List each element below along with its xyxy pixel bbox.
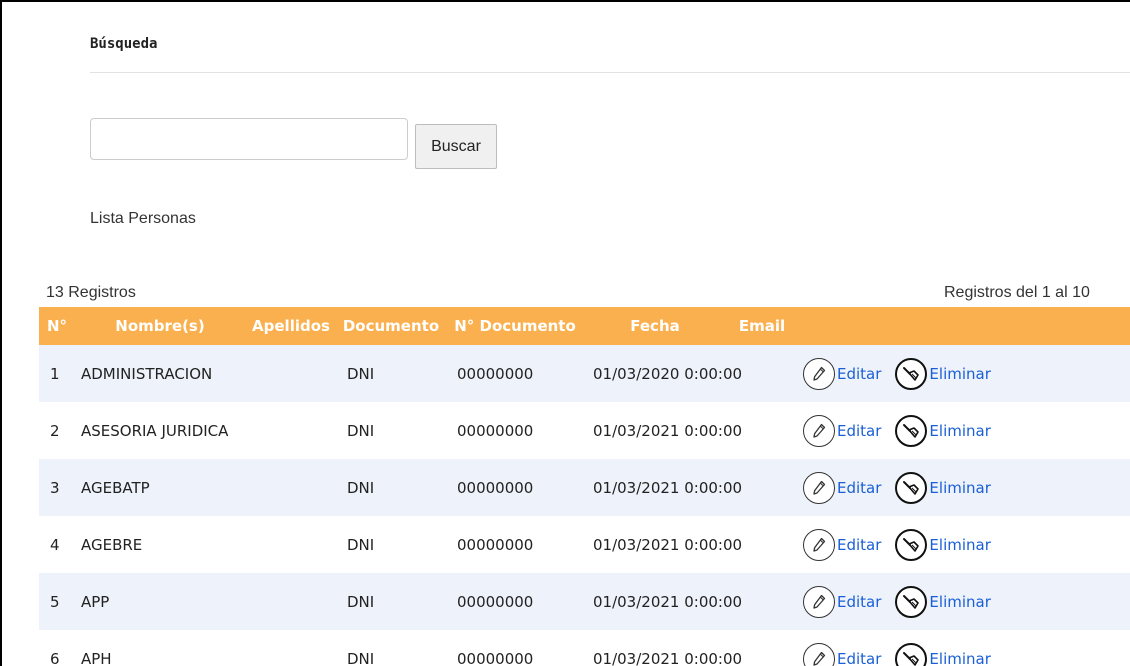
delete-link[interactable]: Eliminar [929, 593, 990, 611]
table-row: 1 ADMINISTRACION DNI 00000000 01/03/2020 0:0… [39, 345, 1130, 402]
edit-link[interactable]: Editar [837, 422, 881, 440]
cell-actions: Editar Eliminar [799, 459, 1130, 516]
table-row: 3 AGEBATP DNI 00000000 01/03/2021 0:00:00 Edi… [39, 459, 1130, 516]
cell-fecha: 01/03/2021 0:00:00 [585, 459, 742, 516]
cell-nro-documento: 00000000 [445, 516, 585, 573]
pencil-icon[interactable] [803, 528, 835, 561]
cell-nro-documento: 00000000 [445, 573, 585, 630]
column-header: N° [39, 307, 75, 345]
cell-apellidos [245, 516, 337, 573]
pencil-icon[interactable] [803, 357, 835, 390]
table-header-row: N° Nombre(s) Apellidos Documento N° Docu… [39, 307, 1130, 345]
cell-number: 4 [39, 516, 75, 573]
cell-number: 5 [39, 573, 75, 630]
records-range: Registros del 1 al 10 [944, 284, 1090, 301]
edit-link[interactable]: Editar [837, 536, 881, 554]
people-table: N° Nombre(s) Apellidos Documento N° Docu… [39, 307, 1130, 666]
cell-fecha: 01/03/2021 0:00:00 [585, 630, 742, 666]
row-actions: Editar Eliminar [803, 585, 1130, 618]
cell-actions: Editar Eliminar [799, 402, 1130, 459]
delete-link[interactable]: Eliminar [929, 479, 990, 497]
cell-documento: DNI [337, 459, 445, 516]
table-row: 5 APP DNI 00000000 01/03/2021 0:00:00 Editar E… [39, 573, 1130, 630]
cell-apellidos [245, 630, 337, 666]
broom-icon[interactable] [895, 471, 928, 504]
cell-nro-documento: 00000000 [445, 630, 585, 666]
row-actions: Editar Eliminar [803, 642, 1130, 666]
cell-actions: Editar Eliminar [799, 630, 1130, 666]
pencil-icon[interactable] [803, 585, 835, 618]
cell-apellidos [245, 459, 337, 516]
cell-number: 2 [39, 402, 75, 459]
broom-icon[interactable] [895, 414, 928, 447]
cell-number: 6 [39, 630, 75, 666]
column-header [799, 307, 1130, 345]
broom-icon[interactable] [895, 642, 928, 666]
table-row: 4 AGEBRE DNI 00000000 01/03/2021 0:00:00 Edit… [39, 516, 1130, 573]
row-actions: Editar Eliminar [803, 414, 1130, 447]
page-frame: Búsqueda Buscar Lista Personas 13 Regist… [0, 0, 1130, 666]
cell-fecha: 01/03/2021 0:00:00 [585, 573, 742, 630]
cell-apellidos [245, 345, 337, 402]
cell-documento: DNI [337, 573, 445, 630]
cell-number: 3 [39, 459, 75, 516]
column-header: N° Documento [445, 307, 585, 345]
cell-actions: Editar Eliminar [799, 345, 1130, 402]
cell-documento: DNI [337, 345, 445, 402]
cell-actions: Editar Eliminar [799, 573, 1130, 630]
cell-nombre: ADMINISTRACION [75, 345, 245, 402]
row-actions: Editar Eliminar [803, 528, 1130, 561]
pencil-icon[interactable] [803, 414, 835, 447]
cell-nro-documento: 00000000 [445, 345, 585, 402]
delete-link[interactable]: Eliminar [929, 422, 990, 440]
cell-documento: DNI [337, 630, 445, 666]
list-title: Lista Personas [90, 210, 196, 227]
edit-link[interactable]: Editar [837, 650, 881, 666]
broom-icon[interactable] [895, 528, 928, 561]
row-actions: Editar Eliminar [803, 471, 1130, 504]
cell-nombre: AGEBATP [75, 459, 245, 516]
cell-nro-documento: 00000000 [445, 459, 585, 516]
cell-fecha: 01/03/2021 0:00:00 [585, 516, 742, 573]
search-button[interactable]: Buscar [415, 124, 497, 169]
edit-link[interactable]: Editar [837, 479, 881, 497]
pencil-icon[interactable] [803, 642, 835, 666]
column-header: Nombre(s) [75, 307, 245, 345]
cell-nombre: APP [75, 573, 245, 630]
cell-fecha: 01/03/2020 0:00:00 [585, 345, 742, 402]
broom-icon[interactable] [895, 585, 928, 618]
column-header: Apellidos [245, 307, 337, 345]
cell-fecha: 01/03/2021 0:00:00 [585, 402, 742, 459]
delete-link[interactable]: Eliminar [929, 536, 990, 554]
table-row: 2 ASESORIA JURIDICA DNI 00000000 01/03/2021 … [39, 402, 1130, 459]
pencil-icon[interactable] [803, 471, 835, 504]
cell-apellidos [245, 573, 337, 630]
edit-link[interactable]: Editar [837, 593, 881, 611]
cell-number: 1 [39, 345, 75, 402]
row-actions: Editar Eliminar [803, 357, 1130, 390]
table-row: 6 APH DNI 00000000 01/03/2021 0:00:00 Editar E… [39, 630, 1130, 666]
delete-link[interactable]: Eliminar [929, 365, 990, 383]
cell-nro-documento: 00000000 [445, 402, 585, 459]
broom-icon[interactable] [895, 357, 928, 390]
records-count: 13 Registros [46, 284, 136, 301]
cell-nombre: ASESORIA JURIDICA [75, 402, 245, 459]
delete-link[interactable]: Eliminar [929, 650, 990, 666]
divider [90, 72, 1130, 73]
cell-nombre: APH [75, 630, 245, 666]
search-section-title: Búsqueda [90, 36, 158, 52]
cell-documento: DNI [337, 402, 445, 459]
cell-apellidos [245, 402, 337, 459]
cell-documento: DNI [337, 516, 445, 573]
cell-actions: Editar Eliminar [799, 516, 1130, 573]
cell-nombre: AGEBRE [75, 516, 245, 573]
column-header: Email [725, 307, 799, 345]
column-header: Documento [337, 307, 445, 345]
search-input[interactable] [90, 118, 408, 160]
column-header: Fecha [585, 307, 725, 345]
edit-link[interactable]: Editar [837, 365, 881, 383]
